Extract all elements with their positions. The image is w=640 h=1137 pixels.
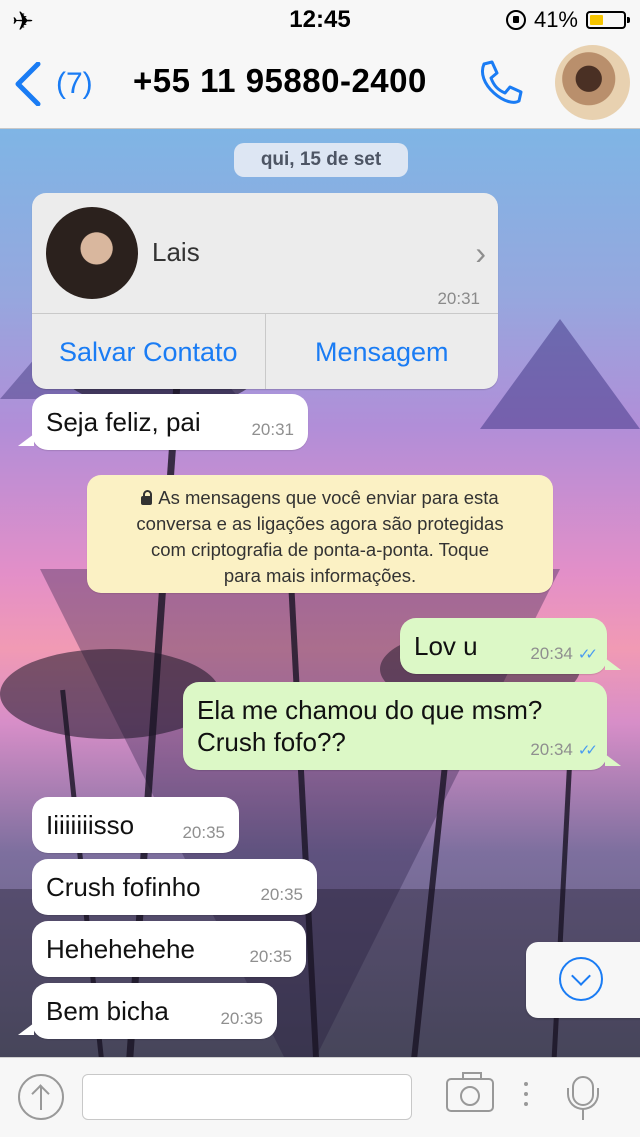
contact-card-time: 20:31 xyxy=(437,289,480,308)
encryption-notice[interactable]: As mensagens que você enviar para esta c… xyxy=(87,475,553,593)
message-time: 20:31 xyxy=(251,420,294,439)
status-right: 41% xyxy=(505,7,630,33)
camera-icon[interactable] xyxy=(446,1072,494,1112)
message-time: 20:34 ✓✓ xyxy=(530,740,598,759)
message-bubble[interactable]: Seja feliz, pai 20:31 xyxy=(18,394,308,450)
phone-icon[interactable] xyxy=(474,58,524,108)
notice-line: para mais informações. xyxy=(223,565,417,586)
date-separator: qui, 15 de set xyxy=(234,143,408,177)
mic-icon[interactable] xyxy=(567,1076,599,1120)
notice-line: As mensagens que você enviar para esta xyxy=(87,485,553,511)
message-text: Bem bicha xyxy=(46,996,169,1026)
message-bubble[interactable]: Bem bicha 20:35 xyxy=(18,983,277,1039)
contact-card-name: Lais xyxy=(152,237,200,267)
message-input[interactable] xyxy=(82,1074,412,1120)
message-time: 20:35 xyxy=(249,947,292,966)
back-chevron-icon xyxy=(15,62,41,106)
double-check-icon: ✓✓ xyxy=(577,646,598,663)
message-bubble[interactable]: Hehehehehe 20:35 xyxy=(32,921,306,977)
save-contact-button[interactable]: Salvar Contato xyxy=(32,314,265,389)
unread-count: (7) xyxy=(56,67,93,100)
contact-title[interactable]: +55 11 95880-2400 xyxy=(133,62,427,100)
message-text: Seja feliz, pai xyxy=(46,407,201,437)
contact-card[interactable]: Lais › 20:31 Salvar Contato Mensagem xyxy=(32,193,498,389)
contact-card-actions: Salvar Contato Mensagem xyxy=(32,313,498,389)
notice-line: com criptografia de ponta-a-ponta. Toque xyxy=(150,539,489,560)
message-bubble[interactable]: Crush fofinho 20:35 xyxy=(32,859,317,915)
share-icon[interactable] xyxy=(18,1074,64,1120)
message-text: Ela me chamou do que msm? xyxy=(197,695,543,725)
message-text-line2: Crush fofo?? xyxy=(197,727,346,757)
chat-header: (7) +55 11 95880-2400 xyxy=(0,40,640,129)
message-time: 20:35 xyxy=(182,823,225,842)
message-text: Crush fofinho xyxy=(46,872,201,902)
message-time: 20:34 ✓✓ xyxy=(530,644,598,663)
more-dots-icon[interactable] xyxy=(524,1082,528,1112)
chevron-right-icon: › xyxy=(475,235,486,271)
message-time: 20:35 xyxy=(260,885,303,904)
contact-card-photo xyxy=(46,207,138,299)
message-time: 20:35 xyxy=(220,1009,263,1028)
contact-avatar[interactable] xyxy=(555,45,630,120)
chat-area[interactable]: qui, 15 de set Lais › 20:31 Salvar Conta… xyxy=(0,129,640,1057)
wallpaper-triangle xyxy=(480,319,640,429)
input-bar xyxy=(0,1057,640,1137)
notice-line: conversa e as ligações agora são protegi… xyxy=(136,513,504,534)
message-bubble[interactable]: Lov u 20:34 ✓✓ xyxy=(400,618,621,674)
scroll-to-bottom-button[interactable] xyxy=(526,942,640,1018)
status-bar: ✈ 12:45 41% xyxy=(0,0,640,40)
message-contact-button[interactable]: Mensagem xyxy=(264,314,499,389)
scroll-down-icon xyxy=(559,957,603,1001)
double-check-icon: ✓✓ xyxy=(577,742,598,759)
message-text: Iiiiiiiisso xyxy=(46,810,135,840)
battery-percent: 41% xyxy=(533,7,578,32)
message-text: Hehehehehe xyxy=(46,934,195,964)
battery-icon xyxy=(586,11,630,29)
message-text: Lov u xyxy=(414,631,478,661)
back-button[interactable]: (7) xyxy=(14,62,93,106)
rotation-lock-icon xyxy=(505,10,526,30)
lock-icon xyxy=(141,490,153,505)
message-bubble[interactable]: Ela me chamou do que msm? Crush fofo?? 2… xyxy=(183,682,621,770)
message-bubble[interactable]: Iiiiiiiisso 20:35 xyxy=(32,797,239,853)
